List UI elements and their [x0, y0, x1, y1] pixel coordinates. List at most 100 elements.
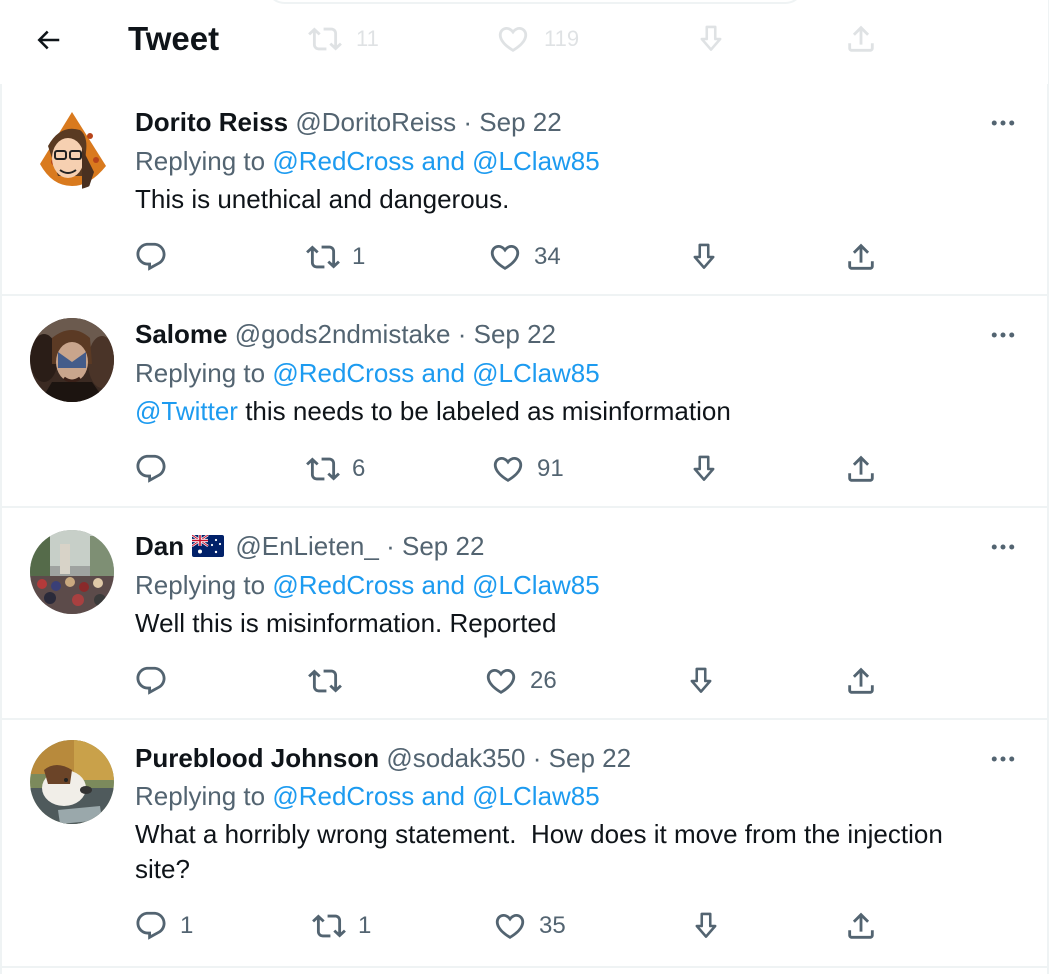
retweet-icon — [312, 909, 346, 943]
user-handle[interactable]: @gods2ndmistake — [235, 319, 451, 349]
heart-icon — [491, 452, 525, 486]
share-button[interactable] — [844, 909, 878, 943]
tweet-text-body: this needs to be labeled as misinformati… — [245, 396, 731, 426]
downvote-icon — [684, 664, 718, 698]
avatar[interactable] — [30, 530, 114, 614]
tweet-text: This is unethical and dangerous. — [135, 184, 510, 214]
reply-icon — [134, 240, 168, 274]
retweet-button[interactable]: 1 — [306, 240, 365, 274]
heart-icon — [484, 664, 518, 698]
faded-downvote[interactable] — [694, 22, 728, 56]
like-count: 35 — [539, 912, 566, 939]
retweet-icon — [306, 452, 340, 486]
avatar[interactable] — [30, 318, 114, 402]
downvote-button[interactable] — [687, 452, 721, 486]
reply-button[interactable] — [134, 452, 168, 486]
tweet-text: What a horribly wrong statement. How doe… — [135, 819, 951, 884]
share-button[interactable] — [844, 240, 878, 274]
back-button[interactable] — [28, 20, 68, 60]
tweet-date[interactable]: Sep 22 — [549, 743, 631, 773]
more-options-button[interactable] — [980, 108, 1026, 138]
mention-link[interactable]: @RedCross — [272, 781, 414, 811]
display-name[interactable]: Pureblood Johnson — [135, 743, 379, 773]
display-name[interactable]: Dorito Reiss — [135, 107, 288, 137]
mention-link[interactable]: @RedCross — [272, 570, 414, 600]
like-button[interactable]: 91 — [491, 452, 564, 486]
reply-item[interactable]: Pureblood Johnson @sodak350 · Sep 22 Rep… — [0, 722, 1048, 968]
tweet-text: Well this is misinformation. Reported — [135, 608, 557, 638]
like-button[interactable]: 26 — [484, 664, 557, 698]
replying-and[interactable]: and — [422, 358, 465, 388]
mention-link[interactable]: @RedCross — [272, 358, 414, 388]
replying-to: Replying to @RedCross and @LClaw85 — [135, 569, 600, 601]
reply-item[interactable]: Dorito Reiss @DoritoReiss · Sep 22 Reply… — [0, 86, 1048, 296]
reply-button[interactable] — [134, 664, 168, 698]
mention-link[interactable]: @LClaw85 — [472, 358, 600, 388]
tweet-date[interactable]: Sep 22 — [479, 107, 561, 137]
avatar[interactable] — [30, 106, 114, 190]
replying-to-label: Replying to — [135, 570, 266, 600]
more-options-button[interactable] — [980, 532, 1026, 562]
share-button[interactable] — [844, 452, 878, 486]
replying-and[interactable]: and — [422, 781, 465, 811]
reply-header: Dorito Reiss @DoritoReiss · Sep 22 — [135, 106, 562, 138]
downvote-button[interactable] — [687, 240, 721, 274]
retweet-icon — [308, 664, 342, 698]
retweet-button[interactable] — [308, 664, 342, 698]
replying-and[interactable]: and — [422, 570, 465, 600]
replying-to: Replying to @RedCross and @LClaw85 — [135, 357, 600, 389]
replying-to-label: Replying to — [135, 146, 266, 176]
tweet-date[interactable]: Sep 22 — [474, 319, 556, 349]
more-options-button[interactable] — [980, 744, 1026, 774]
downvote-icon — [687, 240, 721, 274]
more-options-button[interactable] — [980, 320, 1026, 350]
replying-to: Replying to @RedCross and @LClaw85 — [135, 145, 600, 177]
share-icon — [844, 909, 878, 943]
display-name[interactable]: Dan — [135, 531, 184, 561]
faded-like[interactable]: 119 — [496, 22, 579, 56]
replying-to-label: Replying to — [135, 781, 266, 811]
like-button[interactable]: 34 — [488, 240, 561, 274]
downvote-button[interactable] — [684, 664, 718, 698]
user-handle[interactable]: @sodak350 — [386, 743, 525, 773]
page-title: Tweet — [128, 20, 220, 57]
tweet-date[interactable]: Sep 22 — [402, 531, 484, 561]
reply-header: Dan @EnLieten_ · Sep 22 — [135, 530, 484, 562]
share-icon — [844, 22, 878, 56]
like-button[interactable]: 35 — [493, 909, 566, 943]
share-button[interactable] — [844, 664, 878, 698]
reply-button[interactable] — [134, 240, 168, 274]
reply-item[interactable]: Dan @EnLieten_ · Sep 22 Replying to @Red… — [0, 510, 1048, 720]
avatar-image — [30, 106, 114, 190]
arrow-left-icon — [37, 30, 60, 50]
mention-link[interactable]: @LClaw85 — [472, 781, 600, 811]
retweet-count: 1 — [352, 243, 366, 270]
like-count: 91 — [537, 455, 564, 482]
faded-retweet[interactable]: 11 — [308, 22, 379, 56]
separator-dot: · — [457, 319, 467, 349]
downvote-icon — [694, 22, 728, 56]
avatar[interactable] — [30, 740, 114, 824]
downvote-button[interactable] — [689, 909, 723, 943]
mention-link[interactable]: @RedCross — [272, 146, 414, 176]
replying-to-label: Replying to — [135, 358, 266, 388]
faded-like-count: 119 — [544, 26, 580, 51]
reply-item[interactable]: Salome @gods2ndmistake · Sep 22 Replying… — [0, 298, 1048, 508]
user-handle[interactable]: @DoritoReiss — [295, 107, 456, 137]
share-icon — [844, 240, 878, 274]
reply-button[interactable]: 1 — [134, 909, 193, 943]
display-name[interactable]: Salome — [135, 319, 228, 349]
retweet-button[interactable]: 1 — [312, 909, 371, 943]
user-handle[interactable]: @EnLieten_ — [235, 531, 379, 561]
like-count: 26 — [530, 667, 557, 694]
faded-share[interactable] — [844, 22, 878, 56]
mention-link[interactable]: @LClaw85 — [472, 570, 600, 600]
mention-link[interactable]: @LClaw85 — [472, 146, 600, 176]
replying-and[interactable]: and — [422, 146, 465, 176]
downvote-icon — [687, 452, 721, 486]
retweet-button[interactable]: 6 — [306, 452, 365, 486]
mention-link[interactable]: @Twitter — [135, 396, 238, 426]
heart-icon — [493, 909, 527, 943]
reply-icon — [134, 664, 168, 698]
heart-icon — [488, 240, 522, 274]
